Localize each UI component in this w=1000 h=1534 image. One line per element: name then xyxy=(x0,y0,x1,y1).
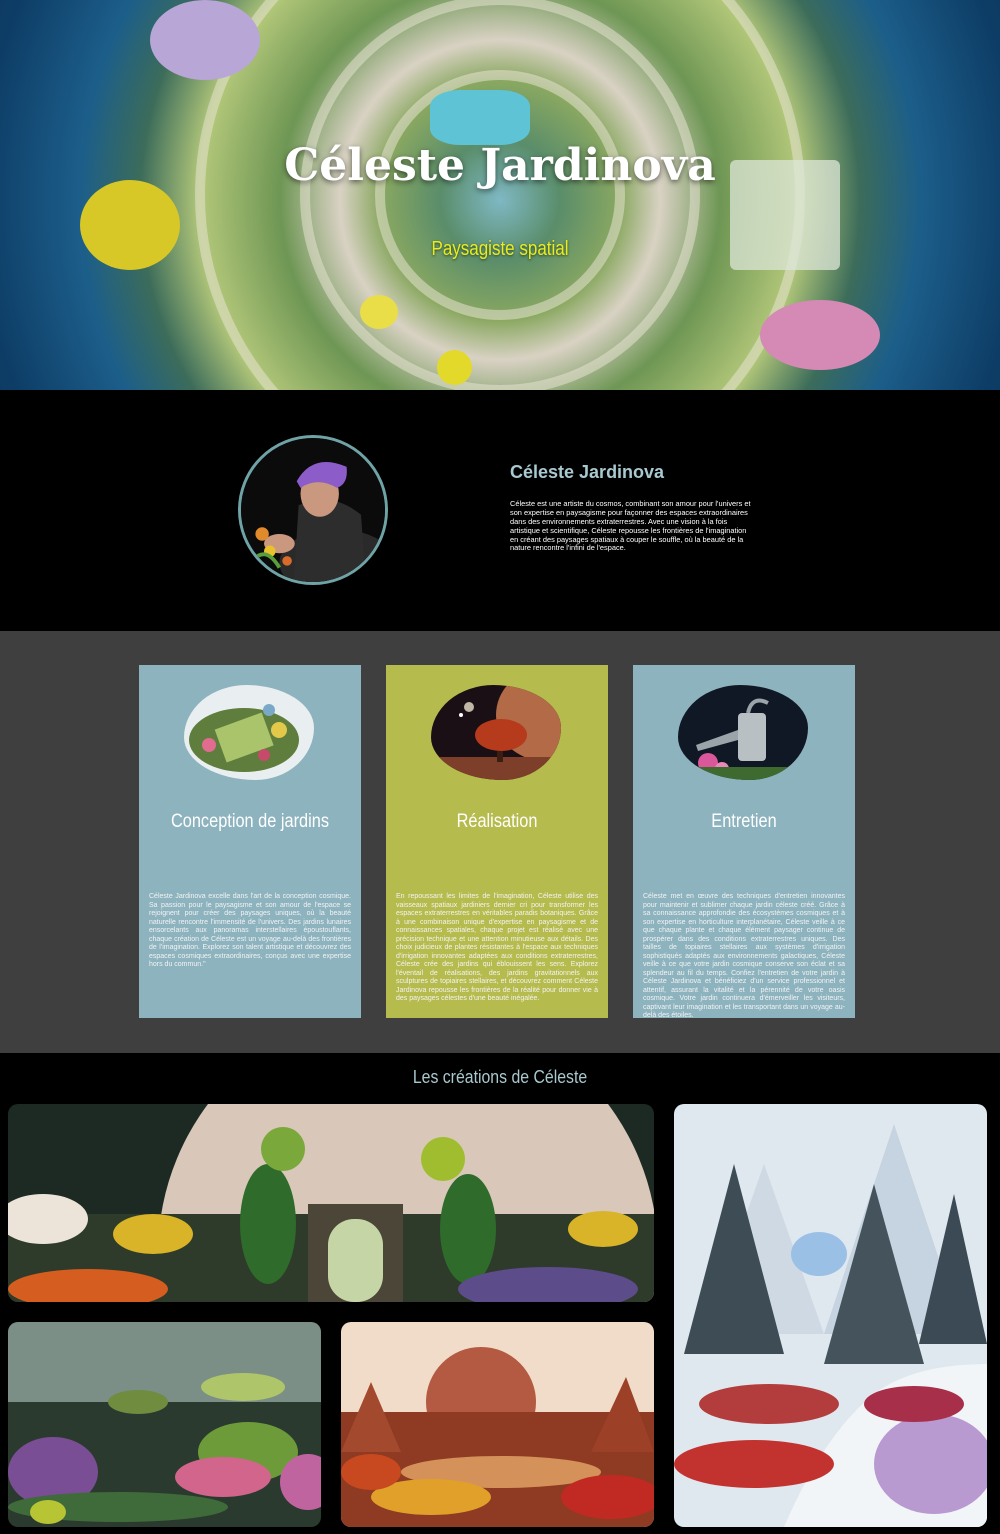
service-card-realisation: Réalisation En repoussant les limites de… xyxy=(386,665,608,1018)
service-image-realisation xyxy=(431,685,561,780)
gallery-image-3[interactable] xyxy=(8,1322,321,1527)
portrait-image xyxy=(238,435,388,585)
gallery-section: Les créations de Céleste xyxy=(0,1053,1000,1534)
hero-title: Céleste Jardinova xyxy=(284,140,716,191)
service-title-entretien: Entretien xyxy=(711,811,777,832)
service-title-realisation: Réalisation xyxy=(456,811,538,832)
service-image-entretien xyxy=(678,685,808,780)
gallery-image-4[interactable] xyxy=(341,1322,654,1527)
hero-pool xyxy=(430,90,530,145)
service-card-entretien: Entretien Céleste met en œuvre des techn… xyxy=(633,665,855,1020)
service-text-conception: Céleste Jardinova excelle dans l'art de … xyxy=(149,893,351,969)
service-illustration-realisation xyxy=(431,685,561,780)
about-description: Céleste est une artiste du cosmos, combi… xyxy=(510,499,751,553)
service-illustration-entretien xyxy=(678,685,808,780)
hero-pink-flowers xyxy=(760,300,880,370)
hero-subtitle: Paysagiste spatial xyxy=(431,238,569,260)
service-card-conception: Conception de jardins Céleste Jardinova … xyxy=(139,665,361,1018)
gallery-illustration-2 xyxy=(674,1104,987,1527)
hero-yellow-ball xyxy=(437,350,472,385)
gallery-illustration-1 xyxy=(8,1104,654,1302)
gallery-illustration-3 xyxy=(8,1322,321,1527)
gallery-heading: Les créations de Céleste xyxy=(412,1067,588,1087)
about-section: Céleste Jardinova Céleste est une artist… xyxy=(0,390,1000,631)
services-section: Conception de jardins Céleste Jardinova … xyxy=(0,631,1000,1053)
hero-lilac-bush xyxy=(150,0,260,80)
gallery-image-1[interactable] xyxy=(8,1104,654,1302)
hero-yellow-ball-small xyxy=(360,295,398,329)
service-illustration-conception xyxy=(184,685,314,780)
service-text-entretien: Céleste met en œuvre des techniques d'en… xyxy=(643,893,845,1020)
gallery-image-2[interactable] xyxy=(674,1104,987,1527)
service-title-conception: Conception de jardins xyxy=(170,811,330,832)
service-text-realisation: En repoussant les limites de l'imaginati… xyxy=(396,893,598,1003)
service-image-conception xyxy=(184,685,314,780)
hero-banner: Céleste Jardinova Paysagiste spatial xyxy=(0,0,1000,390)
gallery-illustration-4 xyxy=(341,1322,654,1527)
about-name: Céleste Jardinova xyxy=(510,462,665,482)
portrait-illustration xyxy=(241,438,385,582)
